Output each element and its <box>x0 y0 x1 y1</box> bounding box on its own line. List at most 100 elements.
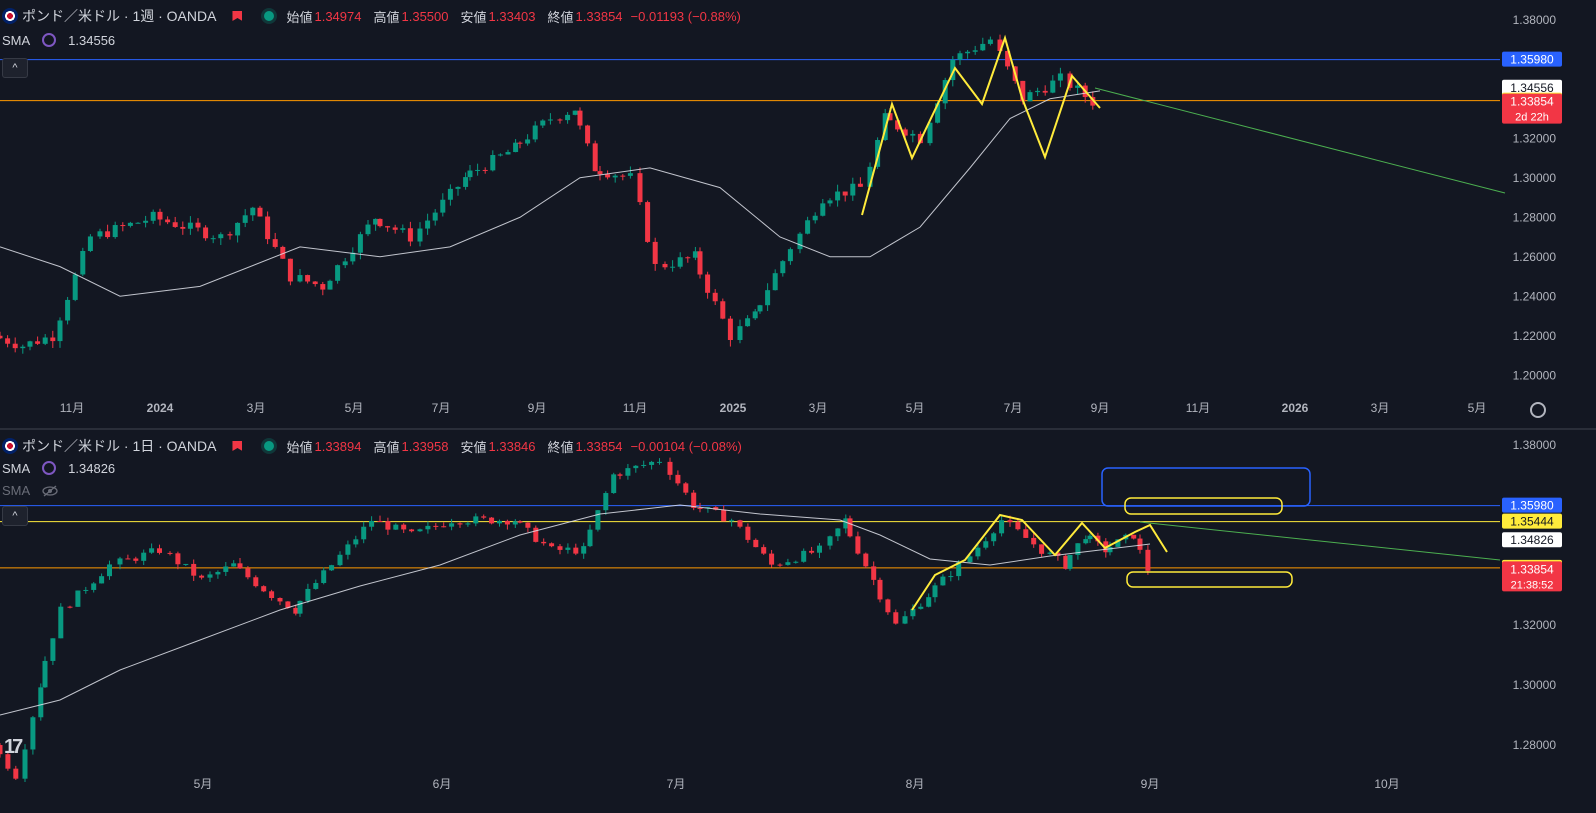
candle-body <box>721 509 727 522</box>
indicator-name: SMA <box>2 482 31 498</box>
candle-body <box>223 566 229 572</box>
sma-hidden-indicator-legend[interactable]: SMA <box>0 480 58 500</box>
indicator-value: 1.34556 <box>68 32 116 48</box>
candle-body <box>167 552 173 554</box>
candle-body <box>13 768 19 779</box>
candle-body <box>645 202 651 242</box>
price-axis-label: 1.32000 <box>1513 618 1557 632</box>
candle-body <box>505 152 511 155</box>
daily-legend: ポンド／米ドル · 1日 · OANDA 始値 1.33894 高値 1.33958… <box>0 436 742 456</box>
candle-body <box>58 606 64 639</box>
weekly-chart-canvas[interactable]: 1.380001.360001.340001.320001.300001.280… <box>0 0 1596 428</box>
candle-body <box>805 220 811 234</box>
candle-body <box>1137 538 1143 550</box>
candle-body <box>433 525 439 527</box>
sma-indicator-legend[interactable]: SMA 1.34556 <box>0 30 115 50</box>
candle-body <box>1050 80 1056 93</box>
ohlc-open-value: 1.33894 <box>314 438 362 454</box>
candle-body <box>587 529 593 547</box>
candle-body <box>87 236 93 251</box>
candle-body <box>1107 546 1113 553</box>
symbol-title[interactable]: ポンド／米ドル · 1週 · OANDA <box>22 6 216 26</box>
candle-body <box>191 563 197 576</box>
candle-body <box>957 53 963 60</box>
pattern-drawing[interactable] <box>911 513 1168 611</box>
daily-chart-canvas[interactable]: 1.380001.360001.340001.320001.300001.280… <box>0 430 1596 813</box>
candle-body <box>30 717 36 750</box>
candle-body <box>143 220 149 223</box>
daily-chart-pane[interactable]: 1.380001.360001.340001.320001.300001.280… <box>0 430 1596 813</box>
candle-body <box>885 599 891 613</box>
candle-body <box>761 547 767 554</box>
candle-body <box>817 545 822 553</box>
candle-body <box>649 461 655 465</box>
low-highlight-box[interactable] <box>1126 571 1293 588</box>
ohlc-high-value: 1.33958 <box>401 438 449 454</box>
candle-body <box>697 251 703 275</box>
candle-body <box>425 525 431 530</box>
candle-body <box>361 526 367 540</box>
settings-gear-icon[interactable] <box>1530 402 1546 418</box>
candle-body <box>902 616 908 624</box>
candle-body <box>692 251 698 258</box>
candle-body <box>99 576 105 584</box>
candle-body <box>603 493 609 511</box>
candle-body <box>720 301 726 319</box>
candle-body <box>1042 90 1048 93</box>
price-tag-text: 1.35980 <box>1510 499 1554 513</box>
target-zone-box[interactable] <box>1101 467 1311 507</box>
time-axis-label: 9月 <box>1141 777 1160 791</box>
countdown-text: 21:38:52 <box>1511 579 1554 591</box>
candle-body <box>737 326 743 340</box>
candle-body <box>1083 539 1089 544</box>
trend-line[interactable] <box>1139 521 1501 561</box>
weekly-chart-pane[interactable]: 1.380001.360001.340001.320001.300001.280… <box>0 0 1596 428</box>
candle-body <box>305 275 311 282</box>
trend-line[interactable] <box>1094 87 1506 194</box>
candle-body <box>215 571 221 575</box>
candle-body <box>165 219 171 223</box>
candle-body <box>180 226 186 229</box>
ohlc-open-label: 始値 <box>286 439 313 455</box>
indicator-name: SMA <box>2 32 31 48</box>
collapse-legend-button[interactable]: ^ <box>2 58 28 78</box>
candle-body <box>203 227 209 239</box>
candle-body <box>329 565 335 571</box>
candle-body <box>504 520 510 525</box>
time-axis-label: 8月 <box>906 777 925 791</box>
time-axis-label: 2025 <box>720 401 747 415</box>
time-axis-label: 11月 <box>60 401 84 415</box>
candle-body <box>1057 73 1063 81</box>
tradingview-logo[interactable]: 17 <box>4 736 23 759</box>
eye-crossed-icon[interactable] <box>42 485 58 497</box>
candle-body <box>541 541 547 544</box>
candle-body <box>497 520 502 524</box>
time-axis-label: 3月 <box>1371 401 1390 415</box>
candle-body <box>265 216 271 240</box>
candle-body <box>765 290 771 306</box>
candle-body <box>83 589 89 591</box>
candle-body <box>565 547 571 550</box>
candle-body <box>242 215 248 223</box>
candle-body <box>335 265 341 281</box>
candle-body <box>729 520 735 522</box>
time-axis-label: 10月 <box>1374 777 1399 791</box>
candle-body <box>827 200 833 204</box>
candle-body <box>297 275 303 282</box>
candle-body <box>685 257 691 259</box>
candle-body <box>353 539 359 545</box>
candle-body <box>125 558 131 560</box>
candle-body <box>517 521 523 523</box>
collapse-legend-button[interactable]: ^ <box>2 506 28 526</box>
sma-indicator-legend[interactable]: SMA 1.34826 <box>0 458 115 478</box>
candle-body <box>1131 534 1137 539</box>
time-axis-label: 2024 <box>147 401 174 415</box>
candle-body <box>863 553 869 567</box>
candle-body <box>637 173 643 203</box>
candle-body <box>432 212 438 221</box>
time-axis-label: 6月 <box>433 777 452 791</box>
candle-body <box>345 544 351 555</box>
time-axis-label: 9月 <box>1091 401 1110 415</box>
symbol-title[interactable]: ポンド／米ドル · 1日 · OANDA <box>22 436 216 456</box>
candle-body <box>857 183 863 187</box>
